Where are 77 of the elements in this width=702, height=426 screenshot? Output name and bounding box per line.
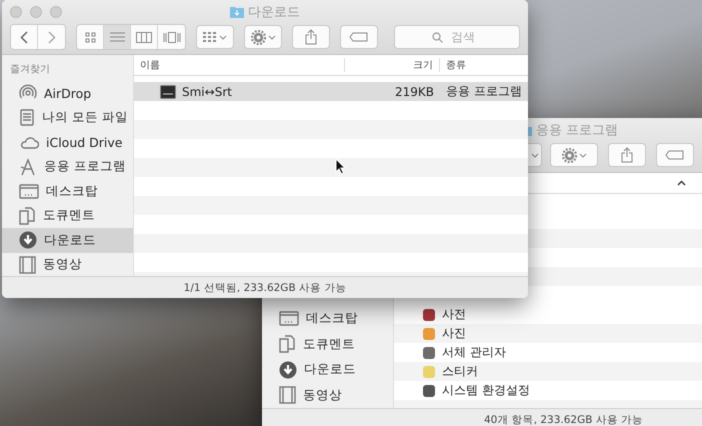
sidebar-item[interactable]: 다운로드 bbox=[2, 228, 133, 252]
sidebar-item[interactable]: 응용 프로그램 bbox=[2, 154, 133, 179]
sidebar-item[interactable]: AirDrop bbox=[2, 81, 133, 106]
view-mode-button[interactable] bbox=[131, 25, 158, 49]
column-header[interactable]: 이름 bbox=[134, 58, 345, 72]
sidebar-heading: 즐겨찾기 bbox=[9, 63, 51, 77]
sidebar-item[interactable]: 동영상 bbox=[2, 252, 133, 277]
icon-view-icon bbox=[84, 32, 96, 42]
gear-icon bbox=[250, 30, 266, 44]
column-view-icon bbox=[136, 32, 152, 42]
action-button[interactable] bbox=[244, 25, 282, 49]
file-size: 219KB bbox=[394, 84, 434, 98]
film-icon bbox=[279, 386, 296, 404]
app-icon bbox=[422, 346, 436, 360]
download-icon bbox=[19, 231, 37, 250]
share-icon bbox=[305, 29, 317, 45]
grid-icon bbox=[203, 32, 217, 42]
chevron-up-icon bbox=[677, 180, 686, 186]
documents-icon bbox=[19, 206, 36, 225]
search-field[interactable]: 검색 bbox=[394, 25, 520, 49]
sidebar-item[interactable]: iCloud Drive bbox=[2, 130, 133, 154]
window-title: 응용 프로그램 bbox=[536, 122, 618, 139]
file-row[interactable]: 사진 bbox=[394, 324, 702, 343]
app-icon bbox=[422, 308, 436, 322]
tray-icon bbox=[19, 109, 35, 126]
tag-icon bbox=[665, 150, 685, 160]
column-header[interactable]: 종류 bbox=[440, 58, 528, 72]
sidebar-item[interactable]: 도큐멘트 bbox=[2, 204, 133, 228]
gear-icon bbox=[562, 148, 576, 162]
file-kind: 응용 프로그램 bbox=[446, 83, 522, 100]
action-button[interactable] bbox=[550, 143, 598, 167]
share-button[interactable] bbox=[292, 25, 330, 49]
app-icon bbox=[422, 326, 436, 340]
desktop-icon bbox=[19, 184, 39, 199]
documents-icon bbox=[279, 335, 296, 354]
chevron-down-icon bbox=[578, 152, 586, 158]
status-bar: 1/1 선택됨, 233.62GB 사용 가능 bbox=[2, 276, 528, 298]
chevron-right-icon bbox=[48, 30, 56, 44]
share-icon bbox=[621, 147, 633, 163]
sidebar-item[interactable]: 동영상 bbox=[262, 382, 393, 408]
tag-button[interactable] bbox=[340, 25, 378, 49]
column-header[interactable]: 크기 bbox=[345, 58, 440, 72]
cloud-icon bbox=[19, 136, 39, 149]
file-name: Smi↔Srt bbox=[182, 84, 232, 98]
cover-flow-icon bbox=[162, 32, 180, 42]
download-folder-icon bbox=[230, 6, 244, 18]
chevron-left-icon bbox=[20, 30, 28, 44]
download-icon bbox=[279, 360, 297, 379]
sidebar-item[interactable]: 다운로드 bbox=[262, 357, 393, 382]
app-icon bbox=[422, 364, 436, 378]
back-button[interactable] bbox=[11, 25, 38, 49]
view-mode-button[interactable] bbox=[104, 25, 131, 49]
view-mode-button[interactable] bbox=[158, 25, 185, 49]
sidebar-item[interactable]: 데스크탑 bbox=[2, 179, 133, 204]
compass-letter-icon bbox=[19, 158, 37, 176]
app-icon bbox=[422, 384, 436, 398]
sidebar-item[interactable]: 도큐멘트 bbox=[262, 332, 393, 357]
chevron-down-icon bbox=[530, 152, 538, 158]
status-bar: 40개 항목, 233.62GB 사용 가능 bbox=[262, 408, 702, 426]
chevron-down-icon bbox=[268, 34, 276, 40]
window-title: 다운로드 bbox=[248, 4, 300, 21]
share-button[interactable] bbox=[608, 143, 646, 167]
sidebar-item[interactable]: 나의 모든 파일 bbox=[2, 106, 133, 130]
file-row[interactable]: 스티커 bbox=[394, 362, 702, 381]
sidebar-item[interactable]: 데스크탑 bbox=[262, 306, 393, 332]
desktop-icon bbox=[279, 311, 299, 326]
search-icon bbox=[432, 32, 443, 43]
file-row[interactable]: Smi↔Srt 219KB 응용 프로그램 bbox=[134, 82, 528, 101]
arrange-button[interactable] bbox=[528, 143, 542, 167]
view-mode-button[interactable] bbox=[77, 25, 104, 49]
arrange-button[interactable] bbox=[196, 25, 234, 49]
app-icon bbox=[160, 84, 176, 98]
film-icon bbox=[19, 256, 36, 274]
list-view-icon bbox=[110, 32, 124, 42]
tag-button[interactable] bbox=[656, 143, 694, 167]
chevron-down-icon bbox=[219, 34, 227, 40]
tag-icon bbox=[349, 32, 369, 42]
